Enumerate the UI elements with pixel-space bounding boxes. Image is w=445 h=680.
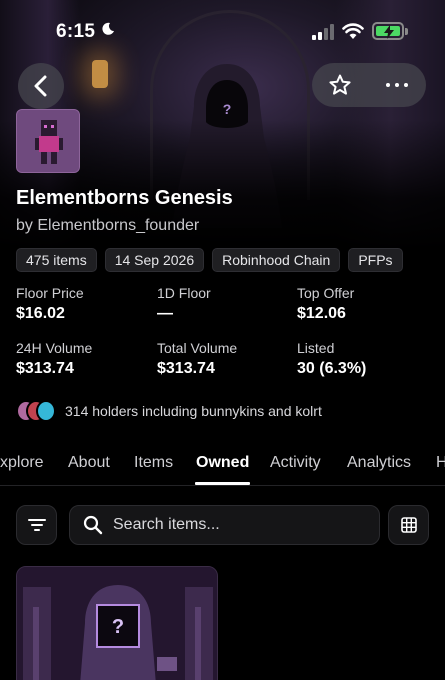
back-button[interactable] xyxy=(18,63,64,109)
tag-chain[interactable]: Robinhood Chain xyxy=(212,248,341,272)
stat-label: Floor Price xyxy=(16,285,84,301)
stat-top-offer: Top Offer $12.06 xyxy=(297,285,354,323)
grid-view-button[interactable] xyxy=(388,505,429,545)
stat-1d-floor: 1D Floor — xyxy=(157,285,211,323)
grid-icon xyxy=(400,517,417,533)
search-placeholder: Search items... xyxy=(113,516,220,533)
tab-about[interactable]: About xyxy=(68,454,110,472)
favorite-button[interactable] xyxy=(312,63,368,107)
stat-24h-volume: 24H Volume $313.74 xyxy=(16,340,92,378)
stat-listed: Listed 30 (6.3%) xyxy=(297,340,366,378)
active-tab-indicator xyxy=(195,482,250,485)
collection-title: Elementborns Genesis xyxy=(16,187,233,209)
stat-value: $16.02 xyxy=(16,305,65,322)
stat-label: 24H Volume xyxy=(16,340,93,356)
tab-bar: xplore About Items Owned Activity Analyt… xyxy=(0,448,445,486)
tag-item-count: 475 items xyxy=(16,248,97,272)
star-icon xyxy=(329,74,351,95)
battery-cap xyxy=(405,28,408,35)
stat-total-volume: Total Volume $313.74 xyxy=(157,340,237,378)
stat-value: $313.74 xyxy=(16,360,74,377)
collection-avatar xyxy=(16,109,80,173)
more-icon xyxy=(386,83,390,87)
wifi-icon xyxy=(342,23,364,39)
stat-label: 1D Floor xyxy=(157,285,211,301)
tab-items[interactable]: Items xyxy=(134,454,173,472)
avatar-pixel-figure xyxy=(17,110,79,172)
actions-pill xyxy=(312,63,426,107)
holders-text: 314 holders including bunnykins and kolr… xyxy=(65,403,322,419)
nft-card-image: ? xyxy=(17,567,217,680)
tab-activity[interactable]: Activity xyxy=(270,454,321,472)
tab-overflow[interactable]: H xyxy=(436,454,445,472)
search-icon xyxy=(83,515,103,535)
back-arrow-icon xyxy=(34,75,47,97)
stat-value: — xyxy=(157,305,173,322)
collection-tags: 475 items 14 Sep 2026 Robinhood Chain PF… xyxy=(16,248,403,272)
moon-icon xyxy=(102,22,114,35)
stat-value: $313.74 xyxy=(157,360,215,377)
tab-analytics[interactable]: Analytics xyxy=(347,454,411,472)
status-time: 6:15 xyxy=(56,21,96,42)
search-input[interactable]: Search items... xyxy=(69,505,380,545)
stat-floor-price: Floor Price $16.02 xyxy=(16,285,84,323)
battery-icon xyxy=(372,22,404,40)
svg-text:?: ? xyxy=(223,101,232,117)
filter-button[interactable] xyxy=(16,505,57,545)
banner-lamp xyxy=(92,60,108,88)
tag-date: 14 Sep 2026 xyxy=(104,248,205,272)
filter-icon xyxy=(27,519,46,531)
signal-icon xyxy=(312,24,334,40)
tag-category[interactable]: PFPs xyxy=(348,248,403,272)
holder-avatars xyxy=(16,400,56,422)
stat-label: Listed xyxy=(297,340,335,356)
nft-card[interactable]: ? xyxy=(16,566,218,680)
stat-value: $12.06 xyxy=(297,305,346,322)
collection-creator[interactable]: by Elementborns_founder xyxy=(16,217,199,235)
holders-row[interactable]: 314 holders including bunnykins and kolr… xyxy=(16,400,322,422)
stat-value: 30 (6.3%) xyxy=(297,360,367,377)
stat-label: Top Offer xyxy=(297,285,355,301)
tab-explore[interactable]: xplore xyxy=(0,454,44,472)
status-bar: 6:15 xyxy=(0,0,445,62)
more-button[interactable] xyxy=(368,63,426,107)
holder-avatar xyxy=(36,400,56,422)
stat-label: Total Volume xyxy=(157,340,238,356)
svg-text:?: ? xyxy=(112,616,124,638)
tab-owned[interactable]: Owned xyxy=(196,454,249,472)
